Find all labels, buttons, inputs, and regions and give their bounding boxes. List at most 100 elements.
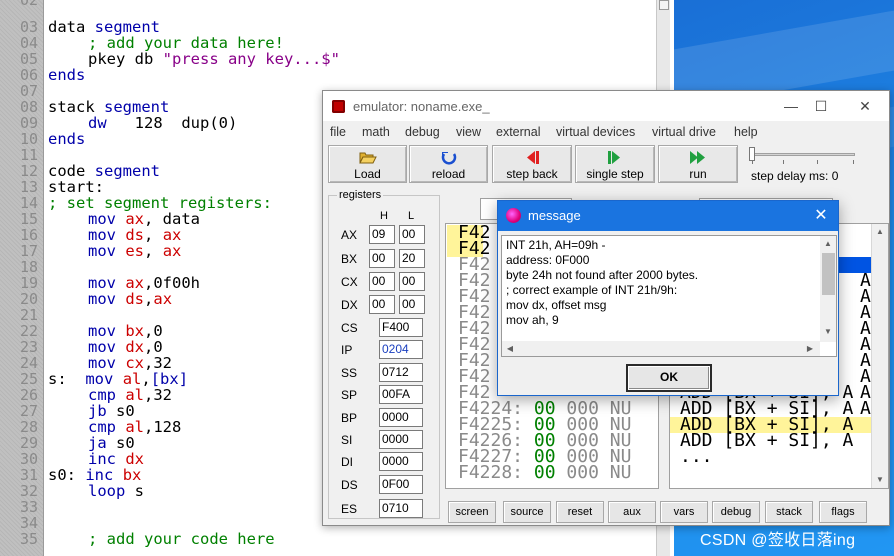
reset-button[interactable]: reset (556, 501, 604, 523)
dialog-close-icon[interactable]: ✕ (810, 205, 832, 227)
register-label-di: DI (341, 455, 353, 469)
menu-external[interactable]: external (496, 125, 540, 139)
scroll-up-arrow[interactable]: ▲ (820, 236, 836, 252)
register-label-ss: SS (341, 366, 358, 380)
maximize-button[interactable]: ☐ (811, 97, 831, 115)
register-label-si: SI (341, 433, 353, 447)
message-line: address: 0F000 (506, 253, 590, 267)
line-number: 34 (20, 514, 39, 532)
menu-math[interactable]: math (362, 125, 390, 139)
stack-button[interactable]: stack (765, 501, 813, 523)
code-line: dw 128 dup(0) (88, 114, 238, 132)
menu-view[interactable]: view (456, 125, 481, 139)
registers-group: registers H L AX 09 00 BX 00 20 CX 00 00… (328, 189, 440, 519)
register-es[interactable]: 0710 (379, 499, 423, 518)
scroll-left-arrow[interactable]: ◀ (502, 341, 518, 356)
line-number: 09 (20, 114, 39, 132)
dialog-title: message (528, 208, 581, 223)
code-line: ends (48, 66, 86, 84)
disassembly-row[interactable]: ... (680, 448, 713, 466)
register-dx-high[interactable]: 00 (369, 295, 395, 314)
register-cx-low[interactable]: 00 (399, 272, 425, 291)
menu-debug[interactable]: debug (405, 125, 440, 139)
register-ss[interactable]: 0712 (379, 363, 423, 382)
line-number: 08 (20, 98, 39, 116)
menu-file[interactable]: file (330, 125, 346, 139)
register-bx-high[interactable]: 00 (369, 249, 395, 268)
window-title: emulator: noname.exe_ (353, 99, 490, 114)
slider-thumb[interactable] (749, 147, 755, 161)
disassembly-scrollbar[interactable]: ▲ ▼ (871, 224, 888, 488)
line-number: 06 (20, 66, 39, 84)
register-si[interactable]: 0000 (379, 430, 423, 449)
code-line: pkey db "press any key...$" (88, 50, 340, 68)
line-number: 03 (20, 18, 39, 36)
step-back-button[interactable]: step back (492, 145, 572, 183)
code-line: cmp al,32 (88, 386, 173, 404)
vars-button[interactable]: vars (660, 501, 708, 523)
register-dx-low[interactable]: 00 (399, 295, 425, 314)
register-sp[interactable]: 00FA (379, 385, 423, 404)
run-icon (659, 150, 737, 166)
register-ds[interactable]: 0F00 (379, 475, 423, 494)
register-ip[interactable]: 0204 (379, 340, 423, 359)
debug-button[interactable]: debug (712, 501, 760, 523)
disassembly-row[interactable]: A (860, 400, 871, 418)
reload-button[interactable]: reload (409, 145, 488, 183)
message-horizontal-scrollbar[interactable]: ◀ ▶ (502, 341, 820, 356)
register-cs[interactable]: F400 (379, 318, 423, 337)
source-button[interactable]: source (503, 501, 551, 523)
line-number: 21 (20, 306, 39, 324)
scroll-down-arrow[interactable]: ▼ (872, 472, 888, 488)
emulator-title-bar[interactable]: emulator: noname.exe_ — ☐ ✕ (323, 91, 889, 121)
line-number: 11 (20, 146, 39, 164)
scroll-up-arrow[interactable]: ▲ (872, 224, 888, 240)
register-label-ip: IP (341, 343, 353, 357)
scroll-right-arrow[interactable]: ▶ (802, 341, 818, 356)
line-number: 28 (20, 418, 39, 436)
aux-button[interactable]: aux (608, 501, 656, 523)
run-button[interactable]: run (658, 145, 738, 183)
line-number: 16 (20, 226, 39, 244)
code-line: mov ds,ax (88, 290, 173, 308)
ok-button[interactable]: OK (626, 364, 712, 392)
register-ax-high[interactable]: 09 (369, 225, 395, 244)
register-label-ax: AX (341, 228, 358, 242)
minimize-button[interactable]: — (781, 97, 801, 115)
menu-help[interactable]: help (734, 125, 758, 139)
register-ax-low[interactable]: 00 (399, 225, 425, 244)
code-line: s0: inc bx (48, 466, 142, 484)
line-number: 31 (20, 466, 39, 484)
message-dialog[interactable]: message ✕ INT 21h, AH=09h - address: 0F0… (497, 200, 839, 396)
single-step-button[interactable]: single step (575, 145, 655, 183)
flags-button[interactable]: flags (819, 501, 867, 523)
code-line: mov ds, ax (88, 226, 182, 244)
line-number: 02 (20, 0, 39, 9)
dialog-title-bar[interactable]: message ✕ (498, 201, 838, 231)
message-text-area[interactable]: INT 21h, AH=09h - address: 0F000 byte 24… (501, 235, 837, 357)
load-button[interactable]: Load (328, 145, 407, 183)
memory-row[interactable]: F4228: 00 000 NU (458, 464, 631, 482)
menu-virtual-devices[interactable]: virtual devices (556, 125, 635, 139)
message-line: INT 21h, AH=09h - (506, 238, 606, 252)
message-vertical-scrollbar[interactable]: ▲ ▼ (820, 236, 836, 342)
register-di[interactable]: 0000 (379, 452, 423, 471)
menu-virtual-drive[interactable]: virtual drive (652, 125, 716, 139)
register-label-dx: DX (341, 298, 358, 312)
message-line: mov dx, offset msg (506, 298, 607, 312)
screen-button[interactable]: screen (448, 501, 496, 523)
scroll-down-arrow[interactable]: ▼ (820, 324, 836, 340)
message-line: mov ah, 9 (506, 313, 559, 327)
line-number: 32 (20, 482, 39, 500)
line-number: 10 (20, 130, 39, 148)
register-bp[interactable]: 0000 (379, 408, 423, 427)
register-cx-high[interactable]: 00 (369, 272, 395, 291)
close-button[interactable]: ✕ (855, 97, 875, 115)
code-line: code segment (48, 162, 160, 180)
slider-track[interactable] (751, 153, 855, 156)
scrollbar-thumb[interactable] (822, 253, 835, 295)
scroll-up-arrow[interactable] (659, 0, 669, 10)
step-delay-slider[interactable]: step delay ms: 0 (749, 145, 877, 183)
register-bx-low[interactable]: 20 (399, 249, 425, 268)
line-number: 30 (20, 450, 39, 468)
